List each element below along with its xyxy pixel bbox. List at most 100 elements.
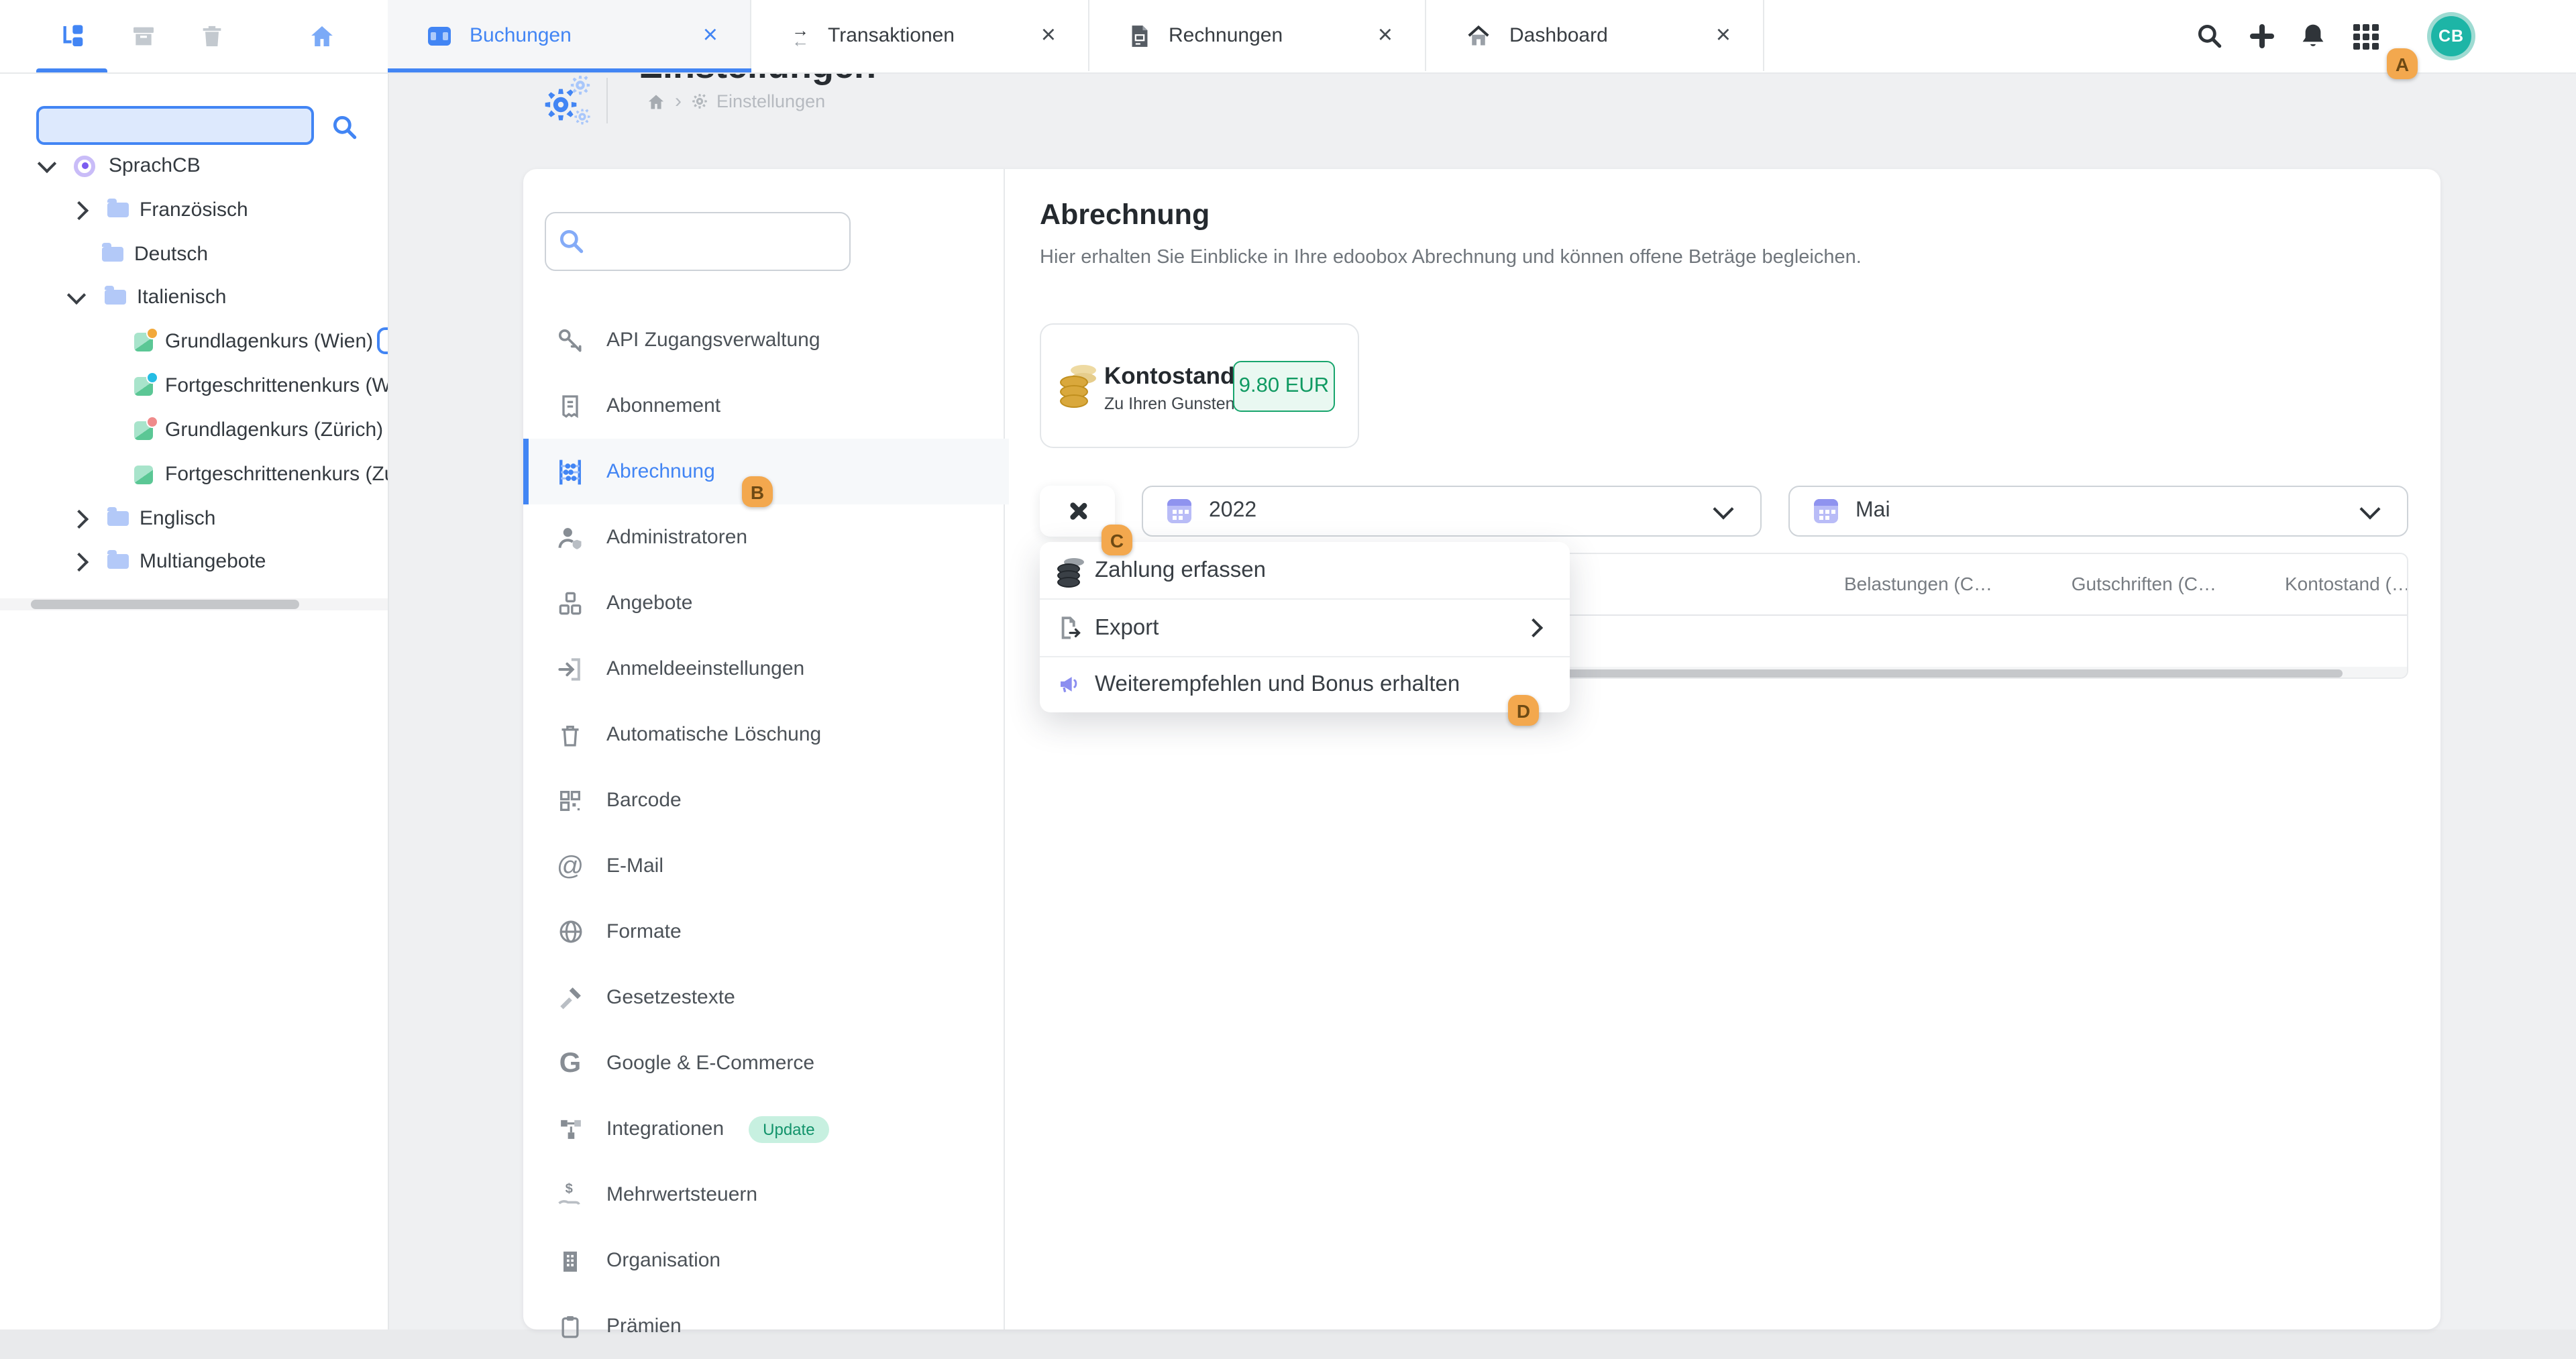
tree-item-fortgeschrittenenkurs-wien[interactable]: Fortgeschrittenenkurs (W [0, 368, 388, 404]
tree-item-deutsch[interactable]: Deutsch [0, 236, 388, 272]
chevron-right-icon[interactable] [70, 552, 89, 571]
status-dot-orange [146, 327, 158, 339]
tab-label: Transaktionen [828, 24, 1017, 47]
tab-close-icon[interactable]: × [1041, 23, 1056, 48]
folder-icon [107, 511, 129, 526]
tree-item-label: Deutsch [134, 243, 208, 266]
tab-close-icon[interactable]: × [1716, 23, 1731, 48]
sidebar-scrollbar-thumb[interactable] [31, 600, 299, 609]
year-dropdown[interactable]: 2022 [1142, 486, 1762, 537]
tax-hand-icon: $ [555, 1180, 585, 1209]
annotation-badge-b: B [742, 476, 773, 507]
notifications-bell-icon[interactable] [2298, 21, 2328, 51]
annotation-badge-c: C [1102, 525, 1132, 555]
settings-item-email[interactable]: @ E-Mail [523, 833, 1004, 899]
tree-item-fortgeschrittenenkurs-zuerich[interactable]: Fortgeschrittenenkurs (Zu [0, 456, 388, 492]
settings-search-input[interactable] [545, 212, 851, 271]
tree-item-multiangebote[interactable]: Multiangebote [0, 543, 388, 580]
tree-view-icon[interactable] [60, 23, 87, 50]
settings-item-abonnement[interactable]: Abonnement [523, 373, 1004, 439]
receipt-icon [555, 391, 585, 421]
settings-item-label: Google & E-Commerce [606, 1052, 814, 1075]
status-dot-cyan [146, 371, 158, 383]
trash-icon[interactable] [199, 23, 225, 50]
balance-amount-button[interactable]: 9.80 EUR [1233, 361, 1335, 412]
settings-item-formate[interactable]: Formate [523, 899, 1004, 965]
menu-item-label: Zahlung erfassen [1095, 557, 1266, 583]
integration-nodes-icon [555, 1114, 585, 1144]
tab-buchungen[interactable]: Buchungen × [388, 0, 751, 71]
col-belastungen: Belastungen (C… [1844, 573, 1992, 594]
settings-item-integrationen[interactable]: Integrationen Update [523, 1096, 1004, 1162]
tree-item-englisch[interactable]: Englisch [0, 500, 388, 537]
settings-item-label: Administratoren [606, 526, 747, 549]
settings-item-label: Formate [606, 920, 682, 943]
settings-item-anmeldeeinstellungen[interactable]: Anmeldeeinstellungen [523, 636, 1004, 702]
settings-item-barcode[interactable]: Barcode [523, 767, 1004, 833]
menu-item-weiterempfehlen[interactable]: Weiterempfehlen und Bonus erhalten [1040, 656, 1570, 712]
billing-subtitle: Hier erhalten Sie Einblicke in Ihre edoo… [1040, 247, 1862, 268]
breadcrumb-separator: › [675, 90, 682, 113]
col-gutschriften: Gutschriften (C… [2072, 573, 2216, 594]
home-icon[interactable] [309, 23, 335, 50]
gavel-icon [555, 983, 585, 1012]
chevron-down-icon[interactable] [67, 285, 86, 304]
settings-item-label: Prämien [606, 1315, 682, 1338]
tree-item-franzoesisch[interactable]: Französisch [0, 192, 388, 228]
login-arrow-icon [555, 654, 585, 684]
settings-item-google-ecommerce[interactable]: G Google & E-Commerce [523, 1030, 1004, 1096]
tree-item-label: Grundlagenkurs (Zürich) [165, 419, 383, 441]
settings-item-automatische-loeschung[interactable]: Automatische Löschung [523, 702, 1004, 767]
tree-search-input[interactable] [36, 106, 314, 145]
chevron-down-icon[interactable] [38, 154, 56, 172]
tab-transaktionen[interactable]: →← Transaktionen × [751, 0, 1089, 71]
tree-search-icon[interactable] [330, 113, 360, 142]
top-bar: Buchungen × →← Transaktionen × Rechnunge… [0, 0, 2576, 74]
settings-item-mehrwertsteuern[interactable]: $ Mehrwertsteuern [523, 1162, 1004, 1228]
tab-label: Buchungen [470, 24, 679, 47]
update-badge: Update [748, 1116, 829, 1142]
settings-item-angebote[interactable]: Angebote [523, 570, 1004, 636]
avatar[interactable]: CB [2427, 12, 2475, 60]
settings-item-organisation[interactable]: Organisation [523, 1228, 1004, 1293]
chevron-right-icon[interactable] [70, 201, 89, 219]
calendar-icon [1167, 499, 1191, 523]
breadcrumb-home-icon[interactable] [647, 92, 665, 111]
settings-item-gesetzestexte[interactable]: Gesetzestexte [523, 965, 1004, 1030]
tab-rechnungen[interactable]: Rechnungen × [1089, 0, 1426, 71]
settings-item-label: Automatische Löschung [606, 723, 821, 746]
admin-user-icon [555, 523, 585, 552]
archive-icon[interactable] [130, 23, 157, 50]
clipboard-icon [555, 1311, 585, 1341]
search-icon[interactable] [2195, 21, 2224, 51]
folder-icon [107, 203, 129, 217]
chevron-down-icon [1713, 498, 1733, 519]
tree-item-label: Multiangebote [140, 550, 266, 573]
breadcrumb-gear-icon [691, 93, 708, 110]
tree-item-label: SprachCB [109, 154, 201, 177]
settings-gear-small-icon-2 [573, 107, 592, 126]
chevron-right-icon[interactable] [70, 509, 89, 528]
settings-item-administratoren[interactable]: Administratoren [523, 504, 1004, 570]
settings-item-praemien[interactable]: Prämien [523, 1293, 1004, 1359]
tab-dashboard[interactable]: Dashboard × [1426, 0, 1764, 71]
tree-item-grundlagenkurs-wien[interactable]: Grundlagenkurs (Wien) [0, 323, 388, 360]
settings-item-label: Mehrwertsteuern [606, 1183, 757, 1206]
settings-item-api[interactable]: API Zugangsverwaltung [523, 307, 1004, 373]
calendar-icon [1814, 499, 1838, 523]
menu-item-export[interactable]: Export [1040, 600, 1570, 656]
tree-item-italienisch[interactable]: Italienisch [0, 279, 388, 315]
settings-item-label: Barcode [606, 789, 682, 812]
breadcrumb-current: Einstellungen [716, 91, 825, 111]
tree-item-grundlagenkurs-zuerich[interactable]: Grundlagenkurs (Zürich) [0, 412, 388, 448]
abacus-icon [555, 457, 585, 486]
settings-item-label: Abrechnung [606, 460, 715, 483]
apps-grid-icon[interactable] [2353, 24, 2383, 54]
month-dropdown[interactable]: Mai [1788, 486, 2408, 537]
tab-close-icon[interactable]: × [703, 23, 718, 48]
tree-item-sprachcb[interactable]: SprachCB [0, 148, 388, 184]
tab-close-icon[interactable]: × [1378, 23, 1393, 48]
app-root: Einstellungen › Einstellungen API Zugang… [0, 0, 2576, 1329]
tree-item-label: Grundlagenkurs (Wien) [165, 330, 373, 353]
settings-item-label: API Zugangsverwaltung [606, 329, 820, 351]
